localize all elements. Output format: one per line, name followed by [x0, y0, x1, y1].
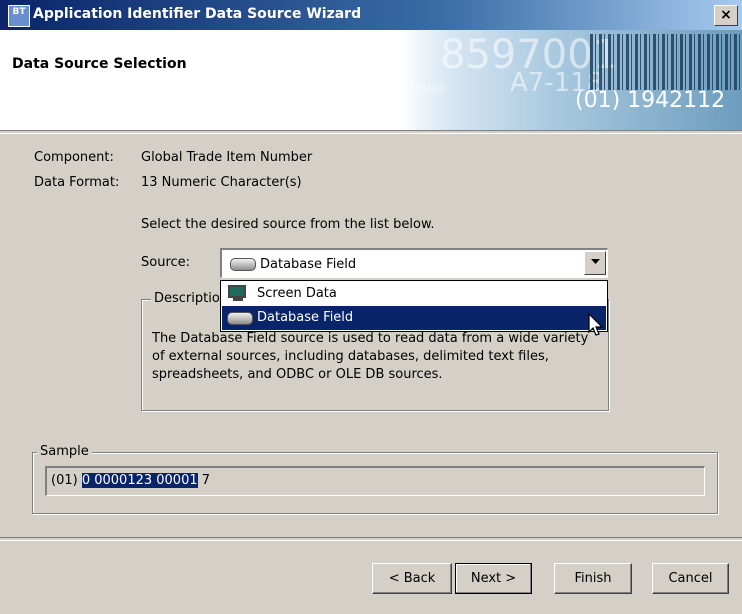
option-label: Database Field [257, 310, 354, 325]
source-label: Source: [141, 255, 191, 270]
close-button[interactable]: × [714, 5, 738, 26]
finish-button[interactable]: Finish [554, 563, 632, 594]
source-selected-value: Database Field [260, 257, 357, 272]
monitor-stand [233, 298, 243, 301]
source-dropdown-list: Screen Data Database Field [220, 280, 608, 332]
barcode-banner: 8597001 MAY2000 A7-118 (01) 1942112 [400, 30, 742, 130]
database-icon [227, 312, 253, 325]
data-format-value: 13 Numeric Character(s) [141, 175, 302, 190]
component-label: Component: [34, 150, 114, 165]
banner-code: (01) 1942112 [575, 88, 726, 113]
database-icon [230, 258, 256, 271]
instruction-text: Select the desired source from the list … [141, 217, 435, 232]
back-button[interactable]: < Back [372, 563, 452, 594]
sample-suffix: 7 [197, 473, 211, 488]
monitor-icon [228, 285, 246, 298]
title-bar: BT Application Identifier Data Source Wi… [0, 0, 742, 30]
next-button[interactable]: Next > [455, 563, 532, 594]
dropdown-option-screen-data[interactable]: Screen Data [222, 282, 606, 306]
sample-prefix: (01) [51, 473, 82, 488]
option-label: Screen Data [257, 286, 337, 301]
component-value: Global Trade Item Number [141, 150, 313, 165]
cancel-button[interactable]: Cancel [652, 563, 729, 594]
wizard-header: Data Source Selection 8597001 MAY2000 A7… [0, 30, 742, 130]
dropdown-option-database-field[interactable]: Database Field [222, 306, 606, 330]
sample-highlighted-text: 0 0000123 00001 [81, 473, 198, 488]
source-select[interactable]: Database Field [220, 248, 608, 278]
footer-divider [0, 537, 742, 541]
window-title: Application Identifier Data Source Wizar… [33, 6, 362, 22]
barcode-graphic [590, 34, 740, 90]
mouse-pointer-icon [588, 313, 604, 336]
description-text: The Database Field source is used to rea… [152, 331, 589, 382]
dropdown-arrow-button[interactable] [584, 251, 606, 275]
banner-small-text: MAY2000 [400, 84, 447, 95]
sample-field[interactable]: (01) 0 0000123 00001 7 [45, 466, 705, 496]
page-title: Data Source Selection [12, 56, 187, 72]
app-icon: BT [8, 5, 30, 27]
sample-legend: Sample [37, 444, 92, 459]
header-divider [0, 130, 742, 134]
chevron-down-icon [590, 259, 600, 264]
data-format-label: Data Format: [34, 175, 120, 190]
